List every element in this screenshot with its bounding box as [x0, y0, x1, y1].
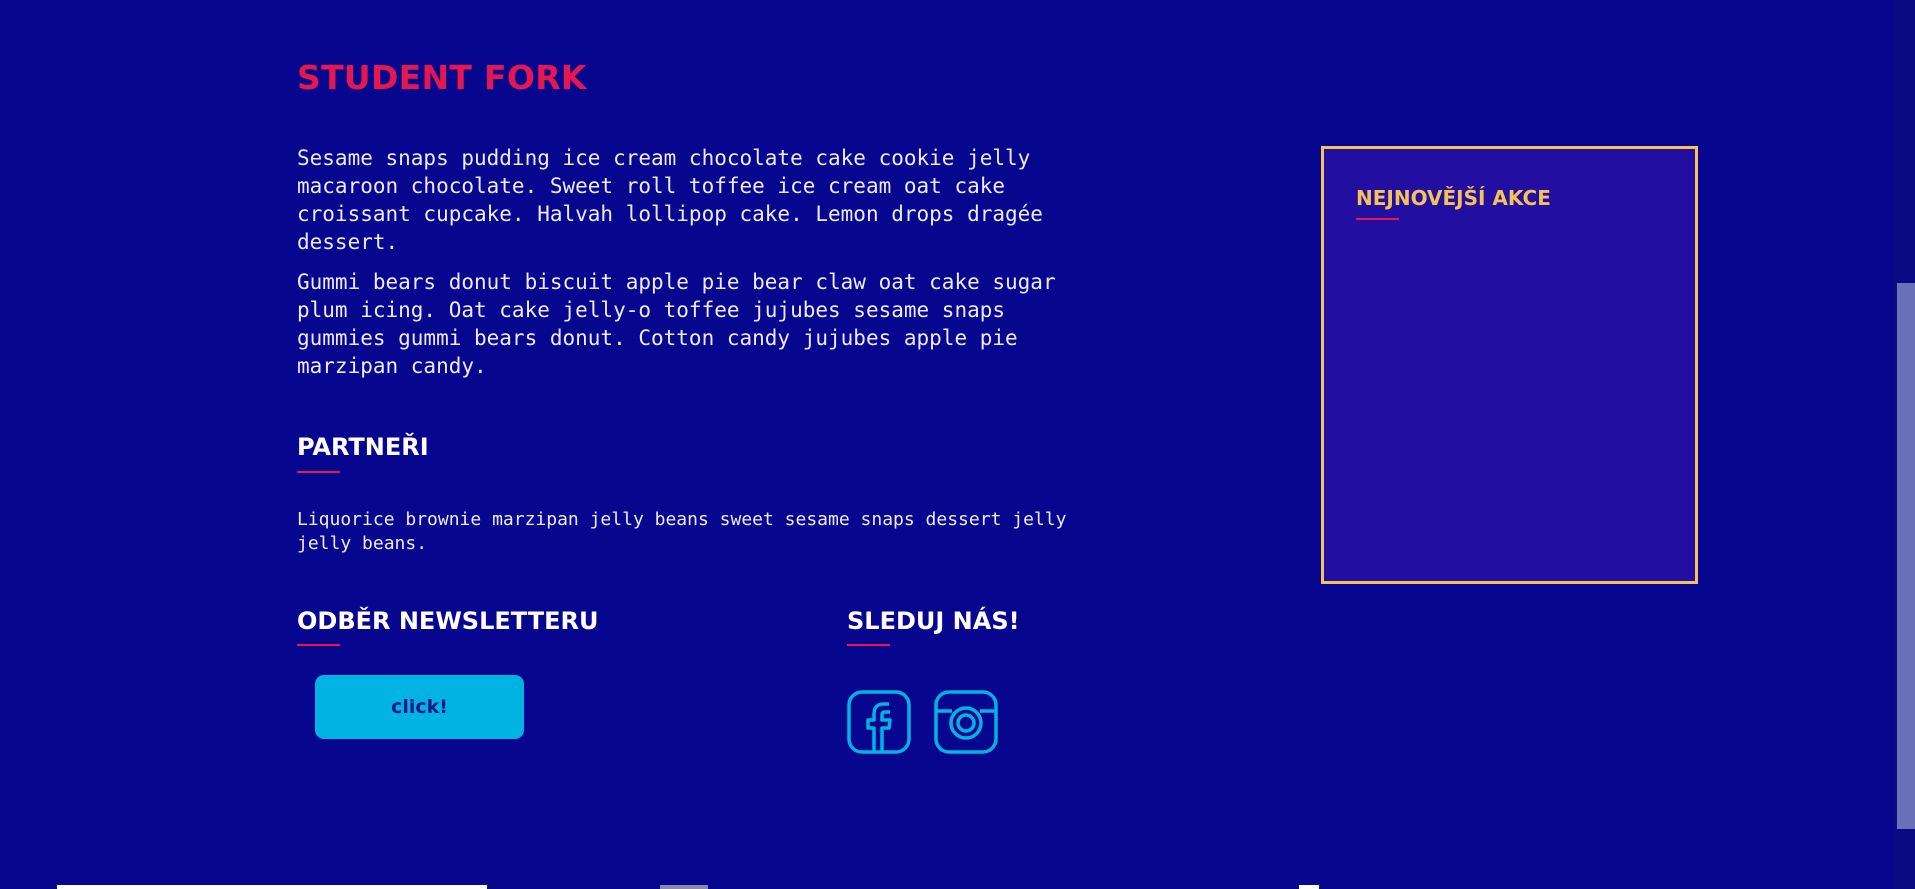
intro-paragraph: Gummi bears donut biscuit apple pie bear…: [297, 270, 1056, 378]
page-title: STUDENT FORK: [297, 58, 587, 97]
social-heading-underline: [847, 644, 890, 646]
horizontal-scrollbar-segment: [1299, 885, 1319, 889]
partners-text: Liquorice brownie marzipan jelly beans s…: [297, 509, 1067, 554]
intro-text: Sesame snaps pudding ice cream chocolate…: [297, 144, 1067, 392]
newsletter-heading: ODBĚR NEWSLETTERU: [297, 607, 599, 635]
intro-paragraph: Sesame snaps pudding ice cream chocolate…: [297, 146, 1043, 254]
instagram-icon: [934, 690, 998, 754]
latest-events-title: NEJNOVĚJŠÍ AKCE: [1356, 186, 1551, 210]
newsletter-subscribe-button[interactable]: click!: [315, 675, 524, 739]
latest-events-underline: [1356, 218, 1399, 220]
partners-heading: PARTNEŘI: [297, 433, 429, 461]
social-heading: SLEDUJ NÁS!: [847, 607, 1020, 635]
vertical-scrollbar[interactable]: [1894, 0, 1915, 889]
facebook-link[interactable]: [847, 690, 911, 754]
partners-heading-underline: [297, 471, 340, 473]
instagram-link[interactable]: [934, 690, 998, 754]
scrollbar-thumb[interactable]: [1897, 283, 1915, 829]
horizontal-scrollbar-thumb[interactable]: [660, 885, 708, 889]
facebook-icon: [847, 690, 911, 754]
newsletter-heading-underline: [297, 644, 340, 646]
horizontal-scrollbar-segment: [57, 885, 487, 889]
latest-events-panel: NEJNOVĚJŠÍ AKCE: [1321, 146, 1698, 584]
